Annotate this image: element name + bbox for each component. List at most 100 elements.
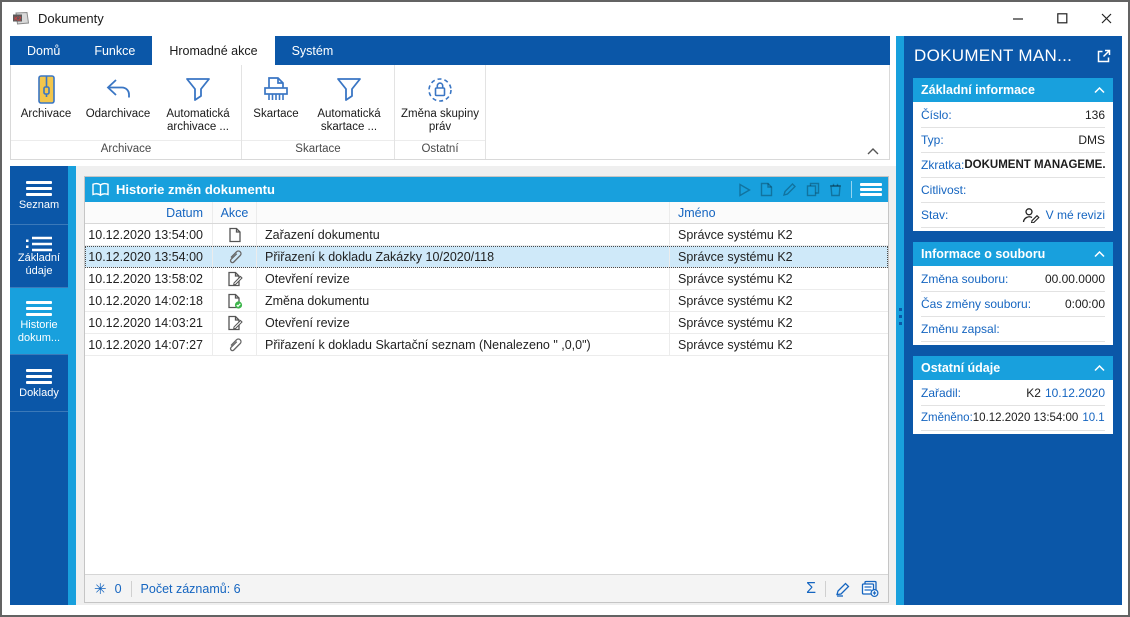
zmeneno-value: 10.12.2020 13:54:00 [972,412,1079,424]
cell-name: Správce systému K2 [678,293,793,308]
ribbon-tab-funkce[interactable]: Funkce [77,36,152,65]
lock-circle-icon [425,71,455,108]
sigma-icon[interactable]: Σ [806,580,816,598]
archive-icon [32,71,60,108]
column-header-action[interactable] [257,202,670,223]
automaticka-archivace-button[interactable]: Automatická archivace ... [158,68,238,140]
column-header-datum[interactable]: Datum [85,202,213,223]
zmeneno-date-link[interactable]: 10.12.... [1082,412,1105,424]
flake-count: 0 [114,581,122,596]
sidebar-item-historie-dokumentu[interactable]: Historie dokum... [10,288,68,355]
table-row-selected[interactable]: 10.12.2020 13:54:00 Přiřazení k dokladu … [85,246,888,268]
cell-action: Změna dokumentu [257,290,670,311]
detail-list-icon [25,235,53,252]
separator [851,181,852,198]
zaradil-value: K2 [1026,386,1041,400]
cell-name: Správce systému K2 [678,271,793,286]
archivace-button[interactable]: Archivace [14,68,78,140]
add-record-icon[interactable] [861,580,879,597]
panel-splitter[interactable] [896,36,904,605]
field-zmenu-zapsal: Změnu zapsal: [921,317,1105,342]
sidebar-item-zakladni-udaje[interactable]: Základní údaje [10,225,68,288]
person-edit-icon [1022,207,1041,223]
filter-icon [184,71,212,108]
panel-title: Historie změn dokumentu [116,182,275,197]
table-header-row: Datum Akce Jméno [85,202,888,224]
ribbon-group-archivace: Archivace Odarchivace Automatická archiv… [11,65,242,159]
column-header-akce[interactable]: Akce [213,202,257,223]
automaticka-skartace-button[interactable]: Automatická skartace ... [307,68,391,140]
app-window: K2 Dokumenty Domů Funkce Hromadné akce S… [0,0,1130,617]
column-header-jmeno[interactable]: Jméno [670,202,888,223]
sidebar-item-seznam[interactable]: Seznam [10,166,68,225]
section-informace-o-souboru: Informace o souboru Změna souboru: 00.00… [913,242,1113,345]
detail-panel: DOKUMENT MAN... Základní informace Číslo… [904,36,1122,605]
cell-date: 10.12.2020 13:58:02 [85,268,213,289]
edit-icon[interactable] [782,182,797,197]
ribbon-tab-hromadne-akce[interactable]: Hromadné akce [152,36,275,65]
document-edit-icon [213,312,257,333]
field-cislo: Číslo: 136 [921,103,1105,128]
cell-date: 10.12.2020 14:07:27 [85,334,213,355]
ribbon-tab-system[interactable]: Systém [275,36,351,65]
filter-icon [335,71,363,108]
copy-icon[interactable] [806,182,820,197]
play-icon[interactable] [738,182,751,197]
splitter-handle [898,308,902,329]
k2-app-icon: K2 [12,11,30,26]
snowflake-icon[interactable]: ✳ [94,580,107,598]
undo-arrow-icon [103,71,133,108]
cell-action: Otevření revize [257,312,670,333]
section-header[interactable]: Ostatní údaje [913,356,1113,380]
close-button[interactable] [1084,2,1128,35]
open-external-icon[interactable] [1096,48,1112,64]
table-row[interactable]: 10.12.2020 14:03:21 Otevření revize Sprá… [85,312,888,334]
book-icon [91,182,110,197]
ribbon-group-skartace: Skartace Automatická skartace ... Skarta… [242,65,395,159]
chevron-up-icon [1094,250,1105,258]
shredder-icon [261,71,291,108]
cell-name: Správce systému K2 [678,315,793,330]
separator [130,580,132,597]
cell-date: 10.12.2020 13:54:00 [85,224,213,245]
chevron-up-icon [1094,86,1105,94]
zaradil-date-link[interactable]: 10.12.2020 [1045,386,1105,400]
field-zkratka: Zkratka: DOKUMENT MANAGEME... [921,153,1105,178]
cell-name: Správce systému K2 [678,337,793,352]
edit-icon[interactable] [835,581,851,597]
new-doc-icon[interactable] [760,182,773,197]
minimize-button[interactable] [996,2,1040,35]
zmena-skupiny-prav-button[interactable]: Změna skupiny práv [398,68,482,140]
maximize-button[interactable] [1040,2,1084,35]
svg-text:K2: K2 [14,16,21,22]
panel-menu-icon[interactable] [860,181,882,199]
ribbon-group-label: Archivace [11,140,241,159]
section-header[interactable]: Informace o souboru [913,242,1113,266]
table-empty-area [85,356,888,574]
ribbon-collapse-chevron-icon[interactable] [867,148,879,155]
cell-date: 10.12.2020 14:02:18 [85,290,213,311]
cell-action: Přiřazení k dokladu Skartační seznam (Ne… [257,334,670,355]
field-zmena-souboru: Změna souboru: 00.00.0000 [921,267,1105,292]
document-icon [213,224,257,245]
ribbon-group-ostatni: Změna skupiny práv Ostatní [395,65,486,159]
menu-icon [26,366,52,387]
ribbon-tab-domu[interactable]: Domů [10,36,77,65]
table-row[interactable]: 10.12.2020 14:02:18 Změna dokumentu Sprá… [85,290,888,312]
sidebar-item-doklady[interactable]: Doklady [10,355,68,412]
sidebar: Seznam Základní údaje Historie dokum... … [10,166,68,605]
delete-icon[interactable] [829,182,842,197]
ribbon-tab-bar: Domů Funkce Hromadné akce Systém [10,36,890,65]
detail-panel-title: DOKUMENT MAN... [914,46,1073,65]
table-row[interactable]: 10.12.2020 13:58:02 Otevření revize Sprá… [85,268,888,290]
stav-value[interactable]: V mé revizi [1046,208,1105,222]
chevron-up-icon [1094,364,1105,372]
separator [825,580,826,597]
table-row[interactable]: 10.12.2020 14:07:27 Přiřazení k dokladu … [85,334,888,356]
table-row[interactable]: 10.12.2020 13:54:00 Zařazení dokumentu S… [85,224,888,246]
section-header[interactable]: Základní informace [913,78,1113,102]
odarchivace-button[interactable]: Odarchivace [78,68,158,140]
section-ostatni-udaje: Ostatní údaje Zařadil: K2 10.12.2020 Změn… [913,356,1113,434]
cell-action: Zařazení dokumentu [257,224,670,245]
skartace-button[interactable]: Skartace [245,68,307,140]
